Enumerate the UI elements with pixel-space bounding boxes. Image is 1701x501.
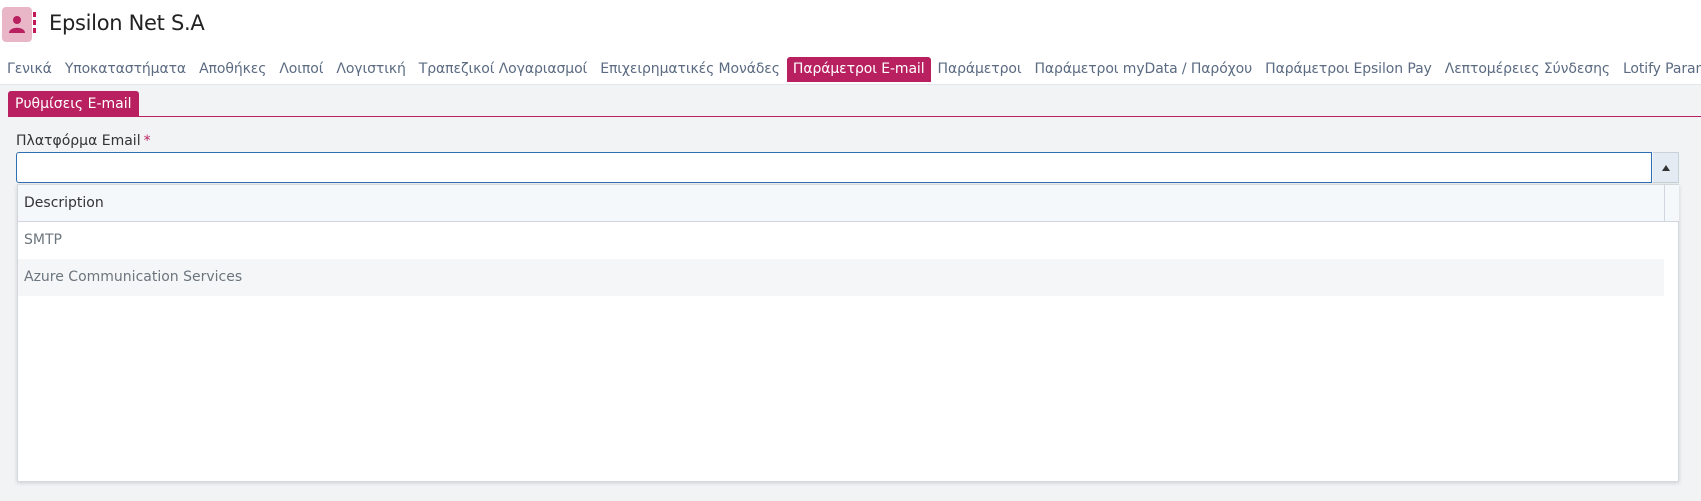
dropdown-option-smtp[interactable]: SMTP <box>18 222 1664 259</box>
dropdown-option-azure[interactable]: Azure Communication Services <box>18 259 1664 296</box>
dropdown-column-header[interactable]: Description <box>18 185 1664 222</box>
triangle-up-icon <box>1662 165 1670 171</box>
tab-accounting[interactable]: Λογιστική <box>330 57 411 82</box>
tab-bank-accounts[interactable]: Τραπεζικοί Λογαριασμοί <box>413 57 593 82</box>
tab-bar: Γενικά Υποκαταστήματα Αποθήκες Λοιποί Λο… <box>0 56 1701 82</box>
tab-warehouses[interactable]: Αποθήκες <box>193 57 272 82</box>
tab-other[interactable]: Λοιποί <box>273 57 329 82</box>
tab-connection-details[interactable]: Λεπτομέρειες Σύνδεσης <box>1439 57 1616 82</box>
page-header: Epsilon Net S.A <box>0 0 1701 47</box>
tab-email-parameters[interactable]: Παράμετροι E-mail <box>786 56 931 82</box>
tab-epsilon-pay[interactable]: Παράμετροι Epsilon Pay <box>1259 57 1438 82</box>
email-platform-dropdown-button[interactable] <box>1653 152 1679 183</box>
email-platform-input[interactable] <box>16 152 1652 183</box>
tab-parameters[interactable]: Παράμετροι <box>932 57 1028 82</box>
tab-branches[interactable]: Υποκαταστήματα <box>59 57 192 82</box>
entity-marker <box>33 12 36 36</box>
tab-business-units[interactable]: Επιχειρηματικές Μονάδες <box>594 57 786 82</box>
subtab-divider <box>8 116 1701 117</box>
tab-mydata-provider[interactable]: Παράμετροι myData / Παρόχου <box>1028 57 1258 82</box>
email-platform-dropdown: Description SMTP Azure Communication Ser… <box>17 184 1679 482</box>
page-title: Epsilon Net S.A <box>49 11 205 35</box>
required-marker: * <box>143 133 151 149</box>
user-icon <box>2 7 32 42</box>
email-platform-label: Πλατφόρμα Email * <box>16 133 151 149</box>
tab-general[interactable]: Γενικά <box>1 57 58 82</box>
subtab-email-settings[interactable]: Ρυθμίσεις E-mail <box>8 91 139 117</box>
dropdown-header-filler <box>1664 185 1679 222</box>
email-platform-label-text: Πλατφόρμα Email <box>16 133 141 149</box>
tab-lotify-parameters[interactable]: Lotify Parameters <box>1617 57 1701 82</box>
